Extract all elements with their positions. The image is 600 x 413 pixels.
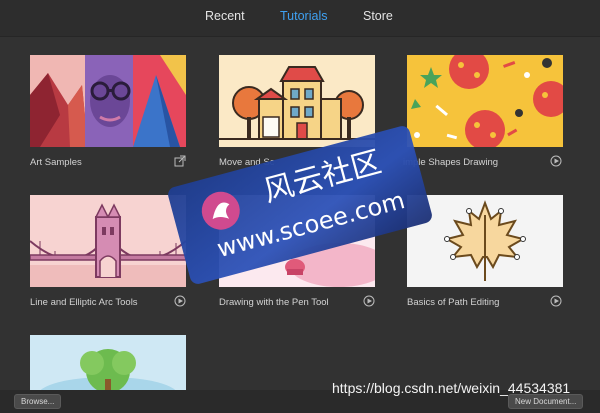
- watermark-badge: [168, 126, 432, 284]
- blog-url-watermark: https://blog.csdn.net/weixin_44534381: [332, 380, 571, 396]
